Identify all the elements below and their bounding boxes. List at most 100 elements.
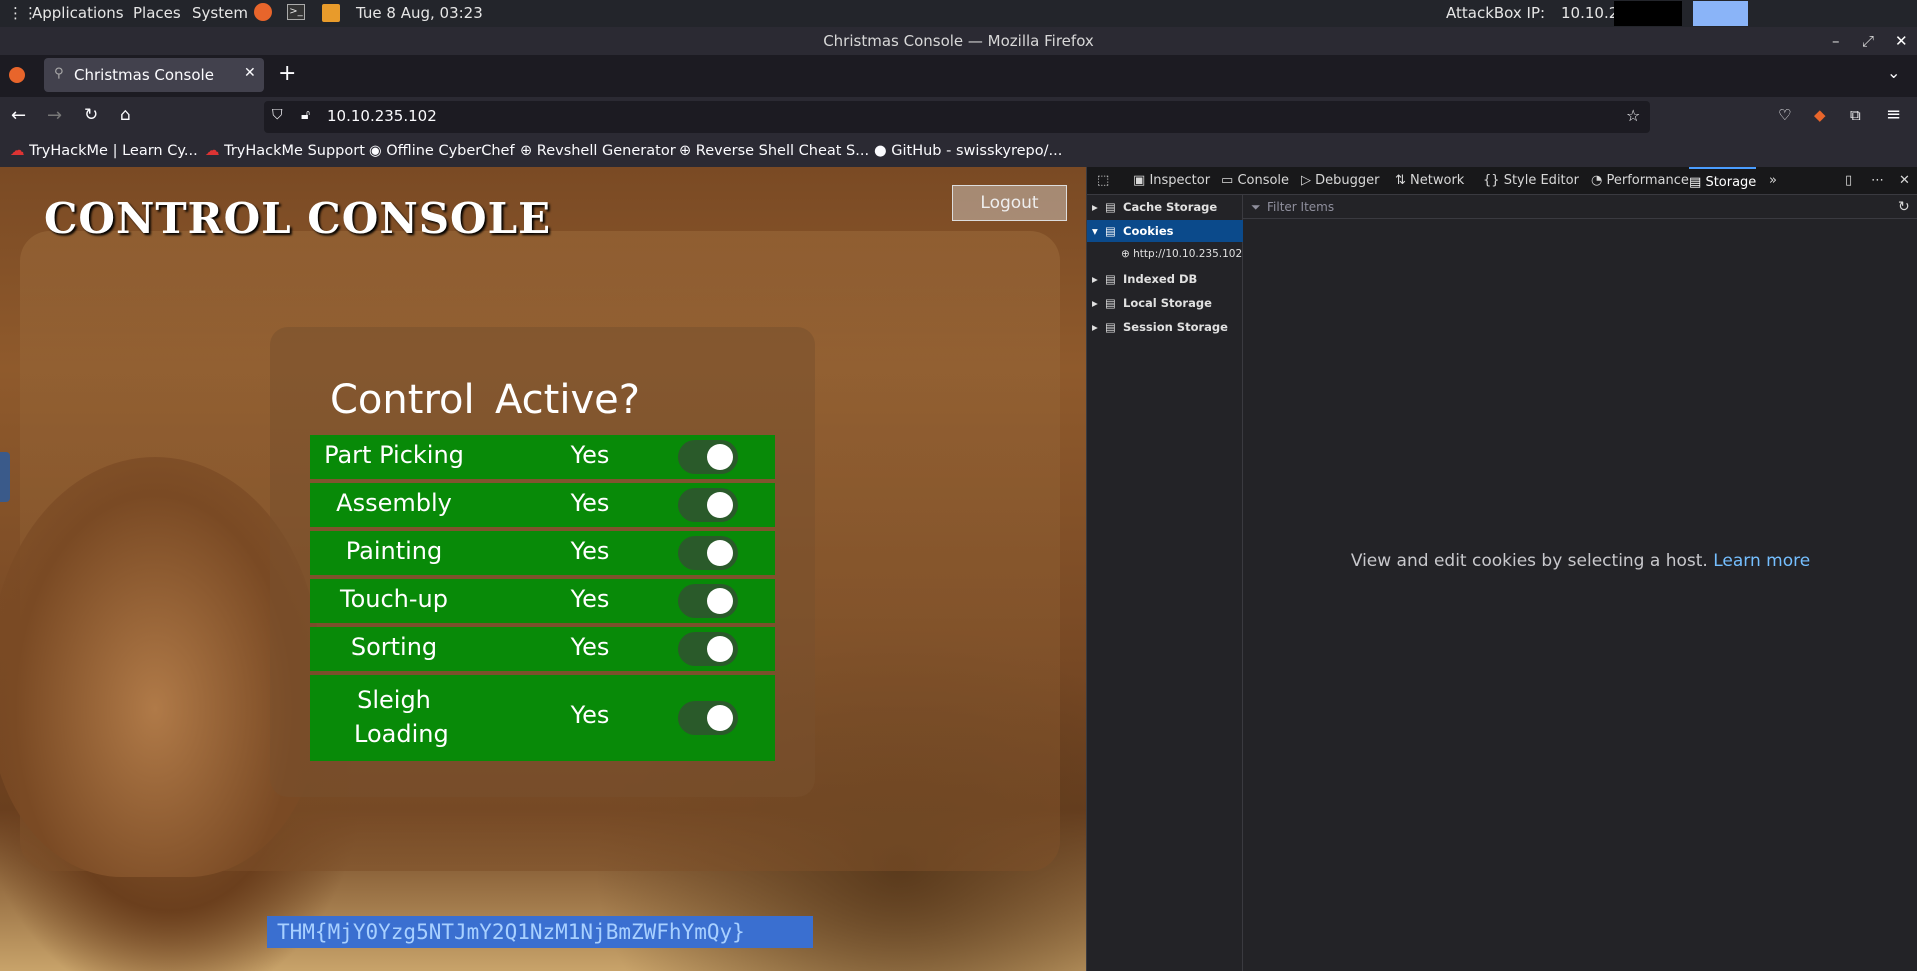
page-viewport: CONTROL CONSOLE Logout Control Active? P… — [0, 167, 1086, 971]
control-row-part-picking: Part Picking Yes — [310, 435, 775, 479]
globe-icon: ⊕ — [520, 143, 533, 159]
performance-icon: ◔ — [1591, 173, 1603, 188]
column-header-active: Active? — [495, 377, 640, 423]
filter-items-input[interactable]: ⏷ Filter Items ↻ — [1243, 195, 1917, 219]
toggle-switch[interactable] — [678, 536, 738, 570]
bookmark-star-icon[interactable]: ☆ — [1626, 106, 1640, 125]
style-editor-icon: {} — [1483, 173, 1500, 188]
window-title-bar: Christmas Console — Mozilla Firefox – ⤢ … — [0, 27, 1917, 55]
url-text[interactable]: 10.10.235.102 — [327, 107, 437, 125]
active-value: Yes — [570, 585, 610, 613]
pocket-icon[interactable]: ♡ — [1778, 106, 1791, 124]
bookmark-revshell-generator[interactable]: ⊕ Revshell Generator — [520, 143, 676, 159]
toggle-switch[interactable] — [678, 632, 738, 666]
clock: Tue 8 Aug, 03:23 — [356, 4, 483, 22]
back-icon[interactable]: ← — [11, 105, 26, 126]
sublime-launcher-icon[interactable] — [322, 4, 340, 22]
sidebar-handle[interactable] — [0, 452, 10, 502]
toggle-switch[interactable] — [678, 488, 738, 522]
storage-item-local[interactable]: ▸ ▤ Local Storage — [1087, 292, 1243, 314]
tab-storage[interactable]: ▤ Storage — [1689, 167, 1757, 195]
close-window-icon[interactable]: ✕ — [1895, 27, 1908, 55]
taskbar-firefox-window[interactable] — [1693, 1, 1748, 26]
tracking-shield-icon[interactable]: ⛉ — [272, 107, 283, 123]
places-menu[interactable]: Places — [133, 4, 181, 22]
devtools-panel: ⬚ ▣ Inspector ▭ Console ▷ Debugger ⇅ Net… — [1086, 167, 1917, 971]
extensions-icon[interactable]: ⧉ — [1850, 106, 1861, 124]
storage-item-cookies[interactable]: ▾ ▤ Cookies — [1087, 220, 1243, 242]
learn-more-link[interactable]: Learn more — [1713, 551, 1810, 571]
refresh-icon[interactable]: ↻ — [1898, 195, 1910, 219]
expand-arrow-icon: ▸ — [1092, 272, 1098, 286]
logout-button[interactable]: Logout — [952, 185, 1067, 221]
toggle-knob — [707, 588, 733, 614]
tab-style-editor[interactable]: {} Style Editor — [1483, 173, 1579, 188]
toggle-knob — [707, 636, 733, 662]
control-label: Painting — [345, 537, 443, 565]
element-picker-icon[interactable]: ⬚ — [1097, 173, 1109, 188]
bookmark-github-swisskyrepo[interactable]: ● GitHub - swisskyrepo/... — [874, 143, 1062, 159]
tab-christmas-console[interactable]: ⚲ Christmas Console ✕ — [44, 58, 264, 92]
toggle-switch[interactable] — [678, 584, 738, 618]
firefox-view-icon[interactable] — [9, 67, 25, 83]
storage-item-cache[interactable]: ▸ ▤ Cache Storage — [1087, 196, 1243, 218]
tab-console[interactable]: ▭ Console — [1221, 173, 1289, 188]
devtools-menu-icon[interactable]: ⋯ — [1871, 173, 1884, 188]
system-menu[interactable]: System — [192, 4, 248, 22]
cookie-host-item[interactable]: ⊕ http://10.10.235.102 — [1087, 243, 1243, 265]
window-title: Christmas Console — Mozilla Firefox — [823, 32, 1094, 50]
storage-item-indexeddb[interactable]: ▸ ▤ Indexed DB — [1087, 268, 1243, 290]
url-bar[interactable]: ⛉ 🔓︎ 10.10.235.102 ☆ — [264, 101, 1650, 133]
close-tab-icon[interactable]: ✕ — [244, 65, 256, 81]
close-devtools-icon[interactable]: ✕ — [1899, 173, 1910, 188]
toggle-switch[interactable] — [678, 440, 738, 474]
bookmark-tryhackme[interactable]: ☁ TryHackMe | Learn Cy... — [10, 143, 198, 159]
storage-item-icon: ▤ — [1105, 296, 1116, 310]
network-monitor-graph — [1614, 1, 1682, 26]
new-tab-icon[interactable]: + — [278, 61, 296, 86]
tab-debugger[interactable]: ▷ Debugger — [1301, 173, 1380, 188]
firefox-launcher-icon[interactable] — [254, 3, 272, 21]
storage-item-icon: ▤ — [1105, 320, 1116, 334]
control-label: Part Picking — [324, 441, 464, 469]
applications-menu[interactable]: Applications — [32, 4, 124, 22]
home-icon[interactable]: ⌂ — [120, 105, 131, 125]
forward-icon[interactable]: → — [47, 105, 62, 126]
dock-side-icon[interactable]: ▯ — [1845, 173, 1852, 188]
maximize-icon[interactable]: ⤢ — [1862, 27, 1874, 55]
control-row-touch-up: Touch-up Yes — [310, 579, 775, 623]
cookie-empty-message: View and edit cookies by selecting a hos… — [1243, 551, 1917, 571]
app-menu-icon[interactable]: ≡ — [1886, 104, 1901, 125]
expand-arrow-icon: ▸ — [1092, 296, 1098, 310]
expand-arrow-icon: ▸ — [1092, 320, 1098, 334]
tab-inspector[interactable]: ▣ Inspector — [1133, 173, 1210, 188]
github-icon: ● — [874, 143, 887, 159]
storage-icon: ▤ — [1689, 175, 1702, 190]
tab-performance[interactable]: ◔ Performance — [1591, 173, 1689, 188]
filter-placeholder: Filter Items — [1267, 200, 1335, 214]
bookmark-tryhackme-support[interactable]: ☁ TryHackMe Support — [205, 143, 365, 159]
control-label: Sleigh Loading — [354, 686, 449, 748]
debugger-icon: ▷ — [1301, 173, 1311, 188]
lock-icon[interactable]: 🔓︎ — [301, 107, 310, 123]
toggle-knob — [707, 444, 733, 470]
toggle-switch[interactable] — [678, 701, 738, 735]
toggle-knob — [707, 492, 733, 518]
list-all-tabs-icon[interactable]: ⌄ — [1887, 63, 1900, 82]
chef-icon: ◉ — [369, 143, 382, 159]
storage-item-icon: ▤ — [1105, 200, 1116, 214]
more-tools-icon[interactable]: » — [1769, 173, 1777, 188]
bookmarks-toolbar: ☁ TryHackMe | Learn Cy... ☁ TryHackMe Su… — [0, 137, 1917, 167]
bookmark-cyberchef[interactable]: ◉ Offline CyberChef — [369, 143, 515, 159]
control-row-painting: Painting Yes — [310, 531, 775, 575]
control-row-sorting: Sorting Yes — [310, 627, 775, 671]
bookmark-reverse-shell-cheat[interactable]: ⊕ Reverse Shell Cheat S... — [679, 143, 869, 159]
storage-item-session[interactable]: ▸ ▤ Session Storage — [1087, 316, 1243, 338]
extension-icon[interactable]: ◆ — [1814, 106, 1826, 124]
system-top-panel: ⋮⋮ Applications Places System >_ Tue 8 A… — [0, 0, 1917, 27]
tab-network[interactable]: ⇅ Network — [1395, 173, 1464, 188]
flag-text-selected: THM{MjY0Yzg5NTJmY2Q1NzM1NjBmZWFhYmQy} — [267, 916, 813, 948]
minimize-icon[interactable]: – — [1832, 27, 1840, 55]
reload-icon[interactable]: ↻ — [84, 105, 98, 125]
terminal-launcher-icon[interactable]: >_ — [287, 4, 305, 20]
